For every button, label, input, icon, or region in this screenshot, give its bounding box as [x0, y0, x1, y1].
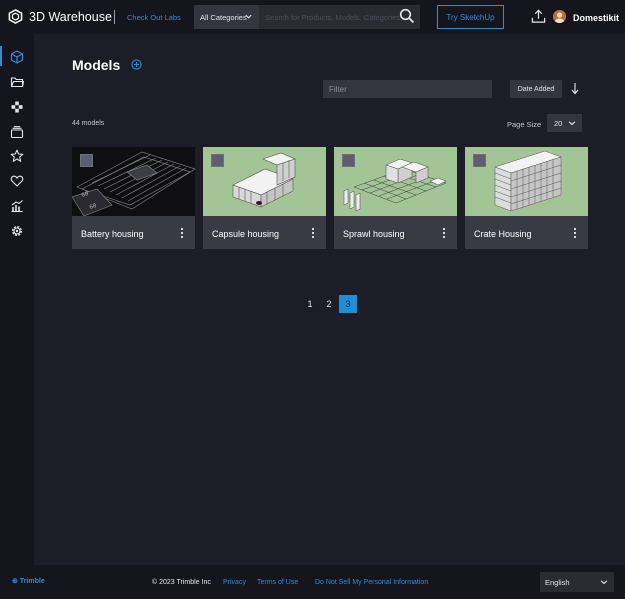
page-button[interactable]: 2 — [320, 295, 338, 313]
select-checkbox[interactable] — [342, 154, 355, 167]
model-name[interactable]: Capsule housing — [212, 229, 279, 239]
search-input[interactable] — [259, 5, 420, 29]
heart-icon[interactable] — [10, 174, 24, 188]
logo-text: 3D Warehouse — [29, 9, 112, 24]
star-icon[interactable] — [10, 149, 24, 163]
more-options-icon[interactable] — [442, 227, 446, 239]
search-icon[interactable] — [399, 8, 415, 24]
try-sketchup-button[interactable]: Try SketchUp — [437, 5, 504, 29]
model-count: 44 models — [72, 120, 105, 127]
model-thumbnail[interactable] — [203, 147, 326, 216]
add-model-icon[interactable] — [131, 59, 142, 70]
terms-link[interactable]: Terms of Use — [257, 579, 298, 586]
cube-icon[interactable] — [10, 50, 24, 64]
model-name[interactable]: Sprawl housing — [343, 229, 405, 239]
username[interactable]: Domestikit — [573, 13, 619, 23]
settings-icon[interactable] — [10, 224, 24, 238]
language-value: English — [545, 577, 570, 587]
model-thumbnail[interactable] — [334, 147, 457, 216]
model-card[interactable]: Crate Housing — [465, 147, 588, 249]
more-options-icon[interactable] — [573, 227, 577, 239]
avatar[interactable] — [553, 10, 566, 23]
sort-dropdown[interactable]: Date Added — [510, 80, 562, 98]
warehouse-logo-icon — [8, 9, 23, 24]
analytics-icon[interactable] — [10, 199, 24, 213]
footer: ⊕ Trimble © 2023 Trimble Inc Privacy Ter… — [0, 565, 625, 599]
more-options-icon[interactable] — [180, 227, 184, 239]
sort-direction-icon[interactable] — [570, 82, 580, 95]
model-name[interactable]: Crate Housing — [474, 229, 532, 239]
do-not-sell-link[interactable]: Do Not Sell My Personal Information — [315, 579, 428, 586]
category-label: All Categories — [200, 12, 247, 22]
sidebar-active-indicator — [0, 46, 2, 66]
language-select[interactable]: English — [540, 572, 614, 592]
upload-icon[interactable] — [531, 8, 546, 24]
page-size-value: 20 — [554, 118, 563, 128]
select-checkbox[interactable] — [80, 154, 93, 167]
chevron-down-icon — [600, 580, 608, 585]
page-size-label: Page Size — [507, 120, 542, 129]
folder-icon[interactable] — [10, 75, 24, 89]
select-checkbox[interactable] — [211, 154, 224, 167]
model-thumbnail[interactable] — [465, 147, 588, 216]
model-thumbnail[interactable]: 60 60 — [72, 147, 195, 216]
copyright: © 2023 Trimble Inc — [152, 579, 211, 586]
header-divider — [114, 10, 115, 24]
top-bar: 3D Warehouse Check Out Labs All Categori… — [0, 0, 625, 34]
trimble-logo[interactable]: ⊕ Trimble — [12, 577, 45, 585]
avatar-image-icon — [553, 10, 566, 23]
page-button[interactable]: 1 — [301, 295, 319, 313]
sidebar — [0, 34, 34, 565]
select-checkbox[interactable] — [473, 154, 486, 167]
model-card[interactable]: Sprawl housing — [334, 147, 457, 249]
model-name[interactable]: Battery housing — [81, 229, 144, 239]
chevron-down-icon — [245, 14, 252, 19]
page-button-current[interactable]: 3 — [339, 295, 357, 313]
filter-input[interactable] — [323, 80, 492, 98]
check-out-labs-link[interactable]: Check Out Labs — [127, 13, 181, 22]
more-options-icon[interactable] — [311, 227, 315, 239]
model-card[interactable]: 60 60 Battery housing — [72, 147, 195, 249]
logo[interactable]: 3D Warehouse — [8, 9, 112, 24]
page-title: Models — [72, 57, 121, 73]
chevron-down-icon — [568, 121, 576, 126]
page-size-select[interactable]: 20 — [547, 114, 582, 132]
material-icon[interactable] — [10, 100, 24, 114]
collections-icon[interactable] — [10, 125, 24, 139]
category-dropdown[interactable]: All Categories — [194, 5, 259, 29]
privacy-link[interactable]: Privacy — [223, 579, 246, 586]
model-card[interactable]: Capsule housing — [203, 147, 326, 249]
